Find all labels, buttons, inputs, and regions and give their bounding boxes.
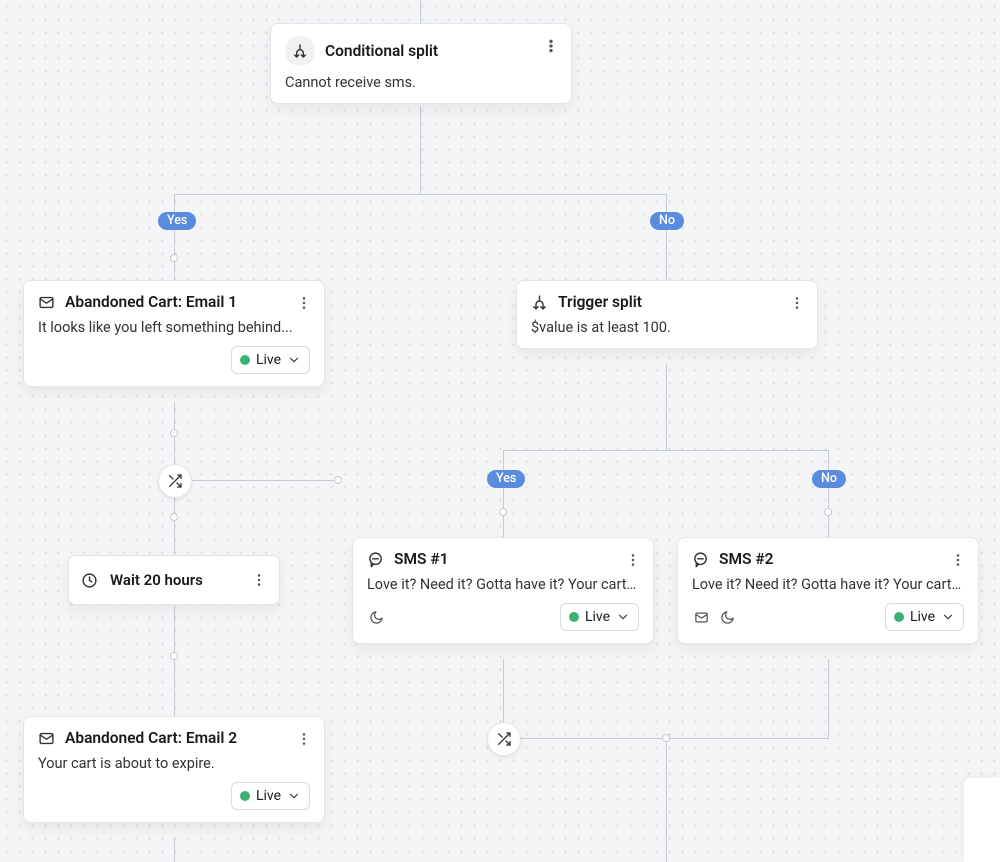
more-menu-button[interactable] bbox=[292, 727, 316, 751]
node-description: Love it? Need it? Gotta have it? Your ca… bbox=[367, 576, 639, 593]
node-description: Cannot receive sms. bbox=[285, 74, 557, 91]
status-dropdown[interactable]: Live bbox=[231, 782, 310, 810]
quiet-hours-icon bbox=[367, 608, 385, 626]
connector bbox=[174, 838, 175, 862]
connector bbox=[828, 659, 829, 739]
connection-dot bbox=[662, 734, 670, 742]
wait-node[interactable]: Wait 20 hours bbox=[68, 555, 280, 605]
connector bbox=[666, 194, 667, 280]
sms-node-2[interactable]: SMS #2 Love it? Need it? Gotta have it? … bbox=[677, 537, 979, 644]
node-title: Abandoned Cart: Email 1 bbox=[65, 293, 237, 311]
shuffle-icon bbox=[167, 473, 183, 489]
conditional-split-node[interactable]: Conditional split Cannot receive sms. bbox=[270, 23, 572, 104]
connection-dot bbox=[499, 508, 507, 516]
node-description: Your cart is about to expire. bbox=[38, 755, 310, 772]
merge-node[interactable] bbox=[487, 722, 521, 756]
shuffle-icon bbox=[496, 731, 512, 747]
status-dropdown[interactable]: Live bbox=[560, 603, 639, 631]
more-menu-button[interactable] bbox=[247, 568, 271, 592]
node-title: Wait 20 hours bbox=[110, 571, 203, 589]
branch-label-no: No bbox=[812, 470, 846, 488]
node-title: Abandoned Cart: Email 2 bbox=[65, 729, 237, 747]
node-title: Trigger split bbox=[558, 293, 642, 311]
more-menu-button[interactable] bbox=[946, 548, 970, 572]
sms-node-1[interactable]: SMS #1 Love it? Need it? Gotta have it? … bbox=[352, 537, 654, 644]
status-indicator-icon bbox=[569, 612, 579, 622]
status-label: Live bbox=[910, 609, 935, 625]
sms-icon bbox=[367, 551, 384, 568]
node-title: SMS #2 bbox=[719, 550, 773, 568]
connector bbox=[174, 194, 666, 195]
node-description: It looks like you left something behind.… bbox=[38, 319, 310, 336]
status-indicator-icon bbox=[240, 791, 250, 801]
chevron-down-icon bbox=[941, 610, 955, 624]
email-node-2[interactable]: Abandoned Cart: Email 2 Your cart is abo… bbox=[23, 716, 325, 823]
email-icon bbox=[38, 730, 55, 747]
more-menu-button[interactable] bbox=[785, 291, 809, 315]
connection-dot bbox=[170, 429, 178, 437]
trigger-split-node[interactable]: Trigger split $value is at least 100. bbox=[516, 280, 818, 349]
connection-dot bbox=[824, 508, 832, 516]
quiet-hours-icon bbox=[718, 608, 736, 626]
chevron-down-icon bbox=[287, 789, 301, 803]
status-label: Live bbox=[256, 788, 281, 804]
chevron-down-icon bbox=[287, 353, 301, 367]
connector bbox=[420, 106, 421, 194]
status-dropdown[interactable]: Live bbox=[231, 346, 310, 374]
help-panel-tab[interactable] bbox=[964, 778, 1000, 862]
merge-node[interactable] bbox=[158, 464, 192, 498]
connector bbox=[666, 738, 667, 862]
email-icon bbox=[38, 294, 55, 311]
connector bbox=[420, 0, 421, 23]
more-menu-button[interactable] bbox=[621, 548, 645, 572]
connection-dot bbox=[170, 513, 178, 521]
smart-send-icon bbox=[692, 608, 710, 626]
node-title: SMS #1 bbox=[394, 550, 448, 568]
branch-label-yes: Yes bbox=[487, 470, 525, 488]
more-menu-button[interactable] bbox=[539, 34, 563, 58]
connector bbox=[503, 450, 829, 451]
connector bbox=[828, 450, 829, 537]
connection-dot bbox=[334, 476, 342, 484]
flow-canvas[interactable]: Yes No Yes No Conditional split Cannot r… bbox=[0, 0, 1000, 862]
clock-icon bbox=[81, 572, 98, 589]
sms-icon bbox=[692, 551, 709, 568]
chevron-down-icon bbox=[616, 610, 630, 624]
connector bbox=[174, 606, 175, 716]
branch-label-yes: Yes bbox=[158, 212, 196, 230]
status-dropdown[interactable]: Live bbox=[885, 603, 964, 631]
connection-dot bbox=[170, 254, 178, 262]
status-label: Live bbox=[585, 609, 610, 625]
status-label: Live bbox=[256, 352, 281, 368]
node-title: Conditional split bbox=[325, 42, 438, 60]
connector bbox=[666, 364, 667, 450]
split-icon bbox=[531, 294, 548, 311]
node-description: Love it? Need it? Gotta have it? Your ca… bbox=[692, 576, 964, 593]
branch-label-no: No bbox=[650, 212, 684, 230]
split-icon bbox=[285, 36, 315, 66]
status-indicator-icon bbox=[240, 355, 250, 365]
more-menu-button[interactable] bbox=[292, 291, 316, 315]
connection-dot bbox=[170, 652, 178, 660]
node-description: $value is at least 100. bbox=[531, 319, 803, 336]
connector bbox=[174, 194, 175, 280]
connector bbox=[174, 480, 338, 481]
email-node-1[interactable]: Abandoned Cart: Email 1 It looks like yo… bbox=[23, 280, 325, 387]
status-indicator-icon bbox=[894, 612, 904, 622]
connector bbox=[503, 450, 504, 537]
